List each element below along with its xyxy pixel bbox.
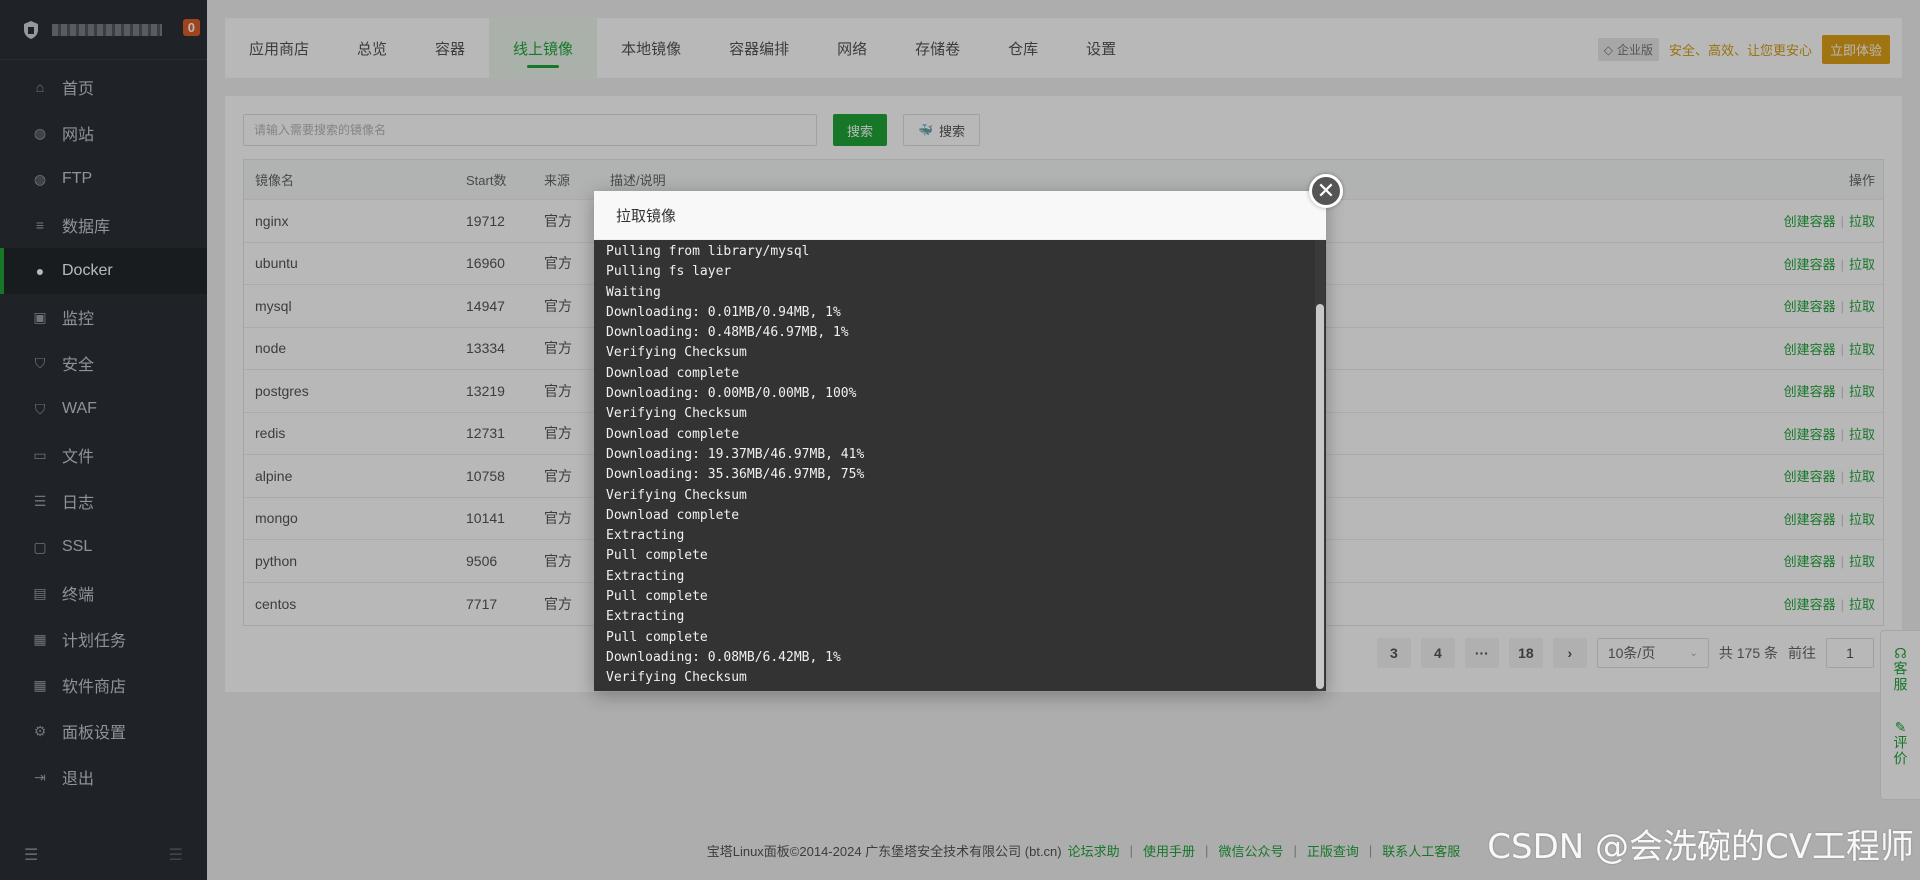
log-line: Verifying Checksum bbox=[606, 345, 747, 361]
log-line: Download complete bbox=[606, 507, 740, 523]
log-line: Downloading: 35.36MB/46.97MB, 75% bbox=[606, 467, 865, 483]
dialog-title: 拉取镜像 bbox=[594, 191, 1326, 240]
log-line: Pull complete bbox=[606, 629, 708, 645]
log-line: Verifying Checksum bbox=[606, 406, 747, 422]
log-line: Extracting bbox=[606, 609, 685, 625]
log-line: Downloading: 0.08MB/6.42MB, 1% bbox=[606, 649, 841, 665]
log-line: Pull complete bbox=[606, 548, 708, 564]
pull-image-dialog: 拉取镜像 Pulling from library/mysql Pulling f… bbox=[594, 174, 1343, 691]
log-line: Pulling from library/mysql bbox=[606, 244, 810, 259]
log-line: Pull complete bbox=[606, 589, 708, 605]
log-line: Extracting bbox=[606, 528, 685, 544]
log-line: Download complete bbox=[606, 365, 740, 381]
log-line: Verifying Checksum bbox=[606, 670, 747, 686]
console-scrollbar-thumb[interactable] bbox=[1316, 304, 1324, 689]
log-line: Download complete bbox=[606, 426, 740, 442]
log-line: Downloading: 0.01MB/0.94MB, 1% bbox=[606, 304, 841, 320]
log-line: Downloading: 0.48MB/46.97MB, 1% bbox=[606, 325, 849, 341]
log-line: Downloading: 19.37MB/46.97MB, 41% bbox=[606, 446, 865, 462]
pull-log-console[interactable]: Pulling from library/mysql Pulling fs lay… bbox=[594, 240, 1326, 691]
csdn-watermark: CSDN @会洗碗的CV工程师 bbox=[1487, 827, 1914, 867]
log-line: Downloading: 0.00MB/0.00MB, 100% bbox=[606, 386, 857, 402]
close-dialog-button[interactable]: ✕ bbox=[1309, 174, 1343, 208]
log-line: Waiting bbox=[606, 284, 661, 300]
log-line: Pulling fs layer bbox=[606, 264, 732, 280]
log-line: Extracting bbox=[606, 568, 685, 584]
log-line: Verifying Checksum bbox=[606, 487, 747, 503]
